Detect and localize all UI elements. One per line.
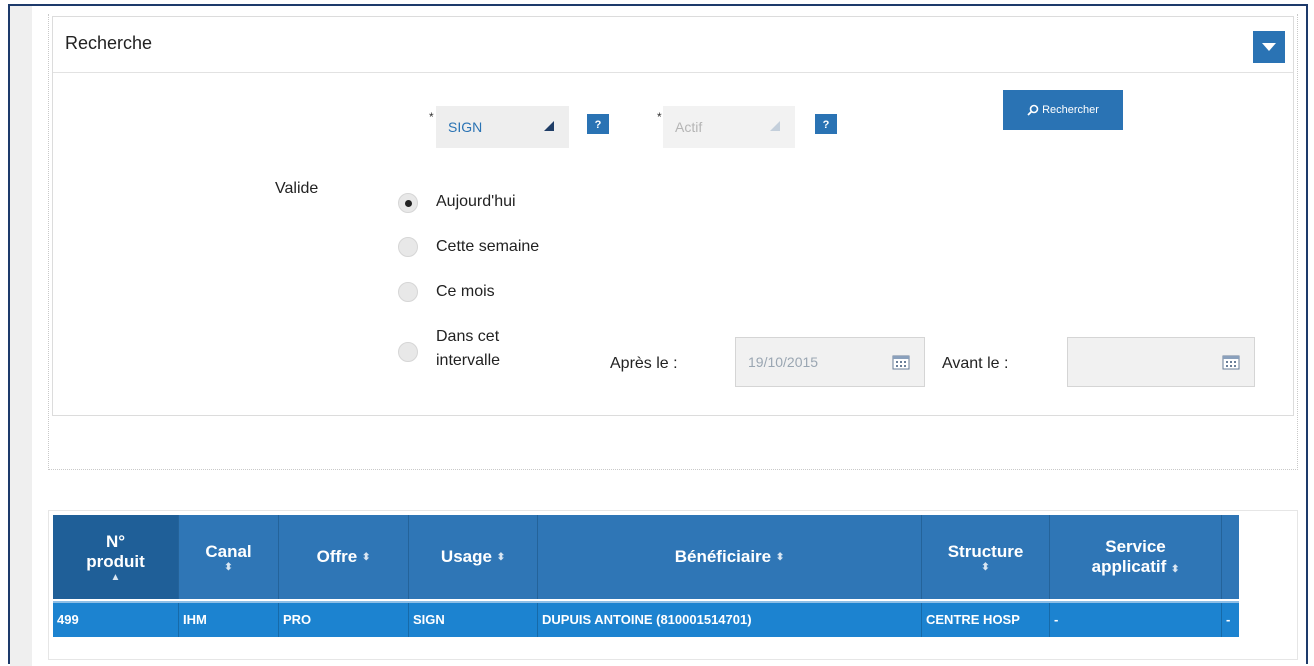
column-header-structure[interactable]: Structure ⬍ [922,515,1050,599]
cell-product-number: 499 [53,603,179,637]
column-header-label: Offre [316,547,358,566]
collapse-button[interactable] [1253,31,1285,63]
column-header-label: produit [86,551,145,571]
radio-this-month[interactable] [398,282,418,302]
cell-canal: IHM [179,603,279,637]
column-header-label: Service [1105,537,1166,556]
sort-icon: ⬍ [496,551,506,563]
sort-icon: ⬍ [775,551,785,563]
status-help-button[interactable]: ? [815,114,837,134]
after-date-label: Après le : [610,355,678,372]
cell-beneficiaire: DUPUIS ANTOINE (810001514701) [538,603,922,637]
column-header-offre[interactable]: Offre ⬍ [279,515,409,599]
search-button[interactable]: Rechercher [1003,90,1123,130]
panel-title: Recherche [65,33,153,53]
after-date-value: 19/10/2015 [748,354,819,370]
cell-usage: SIGN [409,603,538,637]
dropdown-arrow-icon [770,121,780,131]
column-header-label: Usage [440,547,492,566]
cell-service: - [1050,603,1222,637]
cell-extra: - [1226,612,1231,627]
sort-icon: ⬍ [224,561,233,573]
radio-this-week[interactable] [398,237,418,257]
type-select-value: SIGN [448,119,483,135]
required-mark: * [657,110,662,124]
before-date-label: Avant le : [942,355,1009,372]
after-date-input[interactable]: 19/10/2015 [735,337,925,387]
column-header-label: Canal [205,541,252,561]
radio-interval-label: Dans cet intervalle [436,325,500,373]
column-header-label: Bénéficiaire [674,547,772,566]
dropdown-arrow-icon [544,121,554,131]
radio-this-month-label: Ce mois [436,283,495,300]
sort-ascending-icon: ▲ [110,571,121,583]
before-date-input[interactable] [1067,337,1255,387]
radio-interval-label-line1: Dans cet [436,328,500,345]
status-select[interactable]: Actif [663,106,795,148]
table-header: N° produit ▲ Canal ⬍ Offre ⬍ Usage ⬍ Bén… [53,515,1239,599]
column-header-label: Structure [947,541,1024,561]
search-button-label: Rechercher [1042,103,1099,116]
column-header-extra [1222,515,1239,599]
column-header-label-line2: applicatif ⬍ [1092,557,1180,577]
column-header-product-number[interactable]: N° produit ▲ [53,515,179,599]
column-header-service[interactable]: Service applicatif ⬍ [1050,515,1222,599]
type-select[interactable]: SIGN [436,106,569,148]
sort-icon: ⬍ [361,551,371,563]
column-header-label: N° [105,531,126,551]
table-row[interactable]: 499 IHM PRO SIGN DUPUIS ANTOINE (8100015… [53,601,1239,637]
cell-offre: PRO [279,603,409,637]
sort-icon: ⬍ [1170,564,1180,575]
required-mark: * [429,110,434,124]
results-table: N° produit ▲ Canal ⬍ Offre ⬍ Usage ⬍ Bén… [48,510,1298,660]
radio-this-week-label: Cette semaine [436,238,540,255]
sort-icon: ⬍ [981,561,990,573]
column-header-canal[interactable]: Canal ⬍ [179,515,279,599]
radio-interval[interactable] [398,342,418,362]
type-help-button[interactable]: ? [587,114,609,134]
radio-today-label: Aujourd'hui [436,193,516,210]
panel-header: Recherche [53,17,1293,73]
calendar-icon[interactable] [892,354,910,370]
status-select-value: Actif [675,119,703,135]
calendar-icon[interactable] [1222,354,1240,370]
column-header-label: applicatif [1091,557,1167,576]
radio-today[interactable] [398,193,418,213]
column-header-beneficiaire[interactable]: Bénéficiaire ⬍ [538,515,922,599]
radio-interval-label-line2: intervalle [436,352,501,369]
cell-structure: CENTRE HOSP [922,603,1050,637]
column-header-usage[interactable]: Usage ⬍ [409,515,538,599]
chevron-down-icon [1262,43,1276,51]
validity-label: Valide [275,180,319,197]
search-icon [1027,104,1039,116]
